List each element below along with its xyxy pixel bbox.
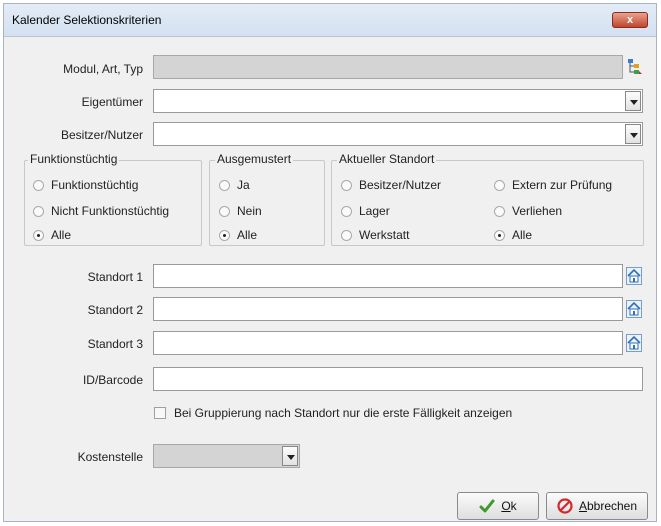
besitzer-select[interactable] xyxy=(153,122,643,146)
besitzer-label: Besitzer/Nutzer xyxy=(60,128,143,142)
close-button[interactable]: x xyxy=(612,12,648,28)
funktion-group: Funktionstüchtig Funktionstüchtig Nicht … xyxy=(24,152,202,246)
eigentuemer-label: Eigentümer xyxy=(81,95,143,109)
standort1-input[interactable] xyxy=(153,264,623,288)
eigentuemer-select[interactable] xyxy=(153,89,643,113)
gruppierung-checkbox-row[interactable]: Bei Gruppierung nach Standort nur die er… xyxy=(154,406,512,420)
cancel-button-label: Abbrechen xyxy=(578,499,638,513)
radio-circle[interactable] xyxy=(219,205,230,217)
barcode-input[interactable] xyxy=(153,367,643,391)
radio-label: Besitzer/Nutzer xyxy=(359,178,442,192)
radio-standort-alle[interactable]: Alle xyxy=(494,227,532,243)
chevron-down-icon[interactable] xyxy=(625,91,641,111)
house-icon[interactable] xyxy=(626,334,642,352)
radio-label: Alle xyxy=(51,228,72,242)
radio-circle[interactable] xyxy=(494,179,505,191)
radio-label: Extern zur Prüfung xyxy=(512,178,613,192)
kostenstelle-label: Kostenstelle xyxy=(77,450,143,464)
radio-nein[interactable]: Nein xyxy=(219,203,262,219)
radio-label: Nicht Funktionstüchtig xyxy=(51,204,170,218)
house-icon[interactable] xyxy=(626,300,642,318)
radio-ausgemustert-alle[interactable]: Alle xyxy=(219,227,257,243)
kostenstelle-select[interactable] xyxy=(153,444,300,468)
ausgemustert-group: Ausgemustert Ja Nein Alle xyxy=(209,152,325,246)
standort2-label: Standort 2 xyxy=(87,303,143,317)
radio-funktion-alle[interactable]: Alle xyxy=(33,227,71,243)
radio-label: Lager xyxy=(359,204,390,218)
radio-label: Funktionstüchtig xyxy=(51,178,139,192)
radio-label: Alle xyxy=(237,228,258,242)
standort3-input[interactable] xyxy=(153,331,623,355)
radio-circle[interactable] xyxy=(494,205,505,217)
gruppierung-checkbox-label: Bei Gruppierung nach Standort nur die er… xyxy=(174,406,513,420)
radio-lager[interactable]: Lager xyxy=(341,203,390,219)
chevron-down-icon[interactable] xyxy=(282,446,298,466)
radio-nicht-funktionstuechtig[interactable]: Nicht Funktionstüchtig xyxy=(33,203,169,219)
checkmark-icon xyxy=(479,499,495,513)
cancel-icon xyxy=(557,498,573,514)
radio-circle-selected[interactable] xyxy=(219,229,230,241)
close-icon: x xyxy=(626,14,634,26)
radio-circle[interactable] xyxy=(33,179,44,191)
radio-label: Verliehen xyxy=(512,204,563,218)
ok-button[interactable]: Ok xyxy=(457,492,539,520)
chevron-down-icon[interactable] xyxy=(625,124,641,144)
radio-circle[interactable] xyxy=(219,179,230,191)
cancel-button[interactable]: Abbrechen xyxy=(546,492,648,520)
standort-group-title: Aktueller Standort xyxy=(337,152,437,166)
radio-besitzer[interactable]: Besitzer/Nutzer xyxy=(341,177,441,193)
barcode-label: ID/Barcode xyxy=(82,373,143,387)
house-icon[interactable] xyxy=(626,267,642,285)
radio-circle-selected[interactable] xyxy=(494,229,505,241)
ok-button-label: Ok xyxy=(501,499,517,513)
radio-circle[interactable] xyxy=(341,229,352,241)
standort2-input[interactable] xyxy=(153,297,623,321)
radio-werkstatt[interactable]: Werkstatt xyxy=(341,227,409,243)
radio-label: Nein xyxy=(237,204,262,218)
radio-ja[interactable]: Ja xyxy=(219,177,250,193)
gruppierung-checkbox[interactable] xyxy=(154,407,166,419)
radio-label: Alle xyxy=(512,228,533,242)
radio-extern[interactable]: Extern zur Prüfung xyxy=(494,177,612,193)
dialog-window: Kalender Selektionskriterien x Modul, Ar… xyxy=(3,3,657,522)
standort3-label: Standort 3 xyxy=(87,337,143,351)
modul-label: Modul, Art, Typ xyxy=(63,62,143,76)
radio-circle[interactable] xyxy=(33,205,44,217)
modul-field xyxy=(153,55,623,79)
standort-group: Aktueller Standort Besitzer/Nutzer Lager… xyxy=(331,152,644,246)
radio-funktionstuechtig[interactable]: Funktionstüchtig xyxy=(33,177,138,193)
standort1-label: Standort 1 xyxy=(87,270,143,284)
ausgemustert-group-title: Ausgemustert xyxy=(215,152,294,166)
radio-verliehen[interactable]: Verliehen xyxy=(494,203,562,219)
radio-label: Werkstatt xyxy=(359,228,410,242)
radio-label: Ja xyxy=(237,178,250,192)
title-bar[interactable]: Kalender Selektionskriterien x xyxy=(4,4,656,37)
tree-select-icon[interactable] xyxy=(626,57,644,77)
window-title: Kalender Selektionskriterien xyxy=(12,13,162,27)
radio-circle[interactable] xyxy=(341,205,352,217)
funktion-group-title: Funktionstüchtig xyxy=(28,152,120,166)
radio-circle[interactable] xyxy=(341,179,352,191)
radio-circle-selected[interactable] xyxy=(33,229,44,241)
